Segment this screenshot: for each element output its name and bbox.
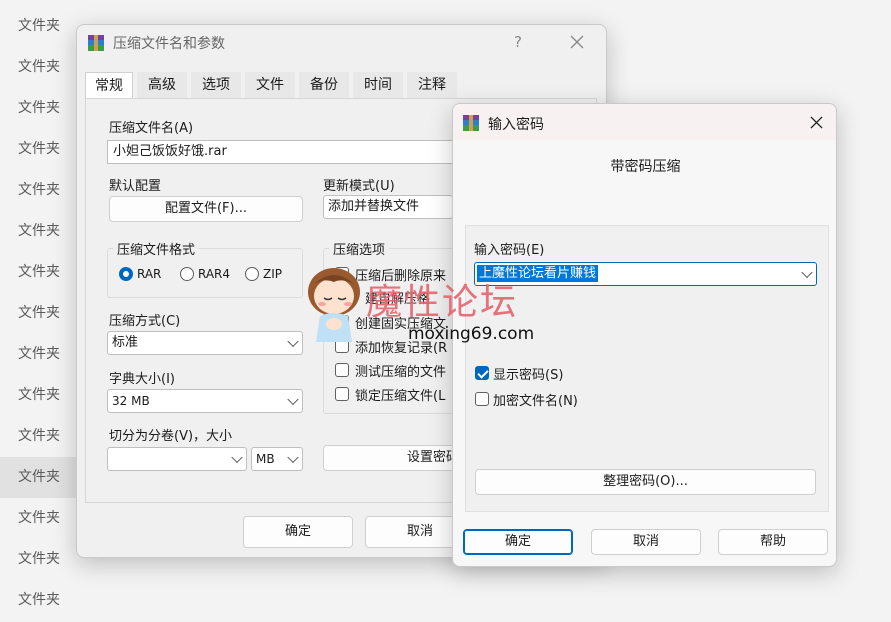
password-input[interactable]: 上魔性论坛看片赚钱: [474, 262, 817, 286]
password-dialog-title: 输入密码: [488, 117, 544, 133]
option-lock-label: 锁定压缩文件(L: [355, 389, 446, 404]
archive-name-label: 压缩文件名(A): [109, 121, 194, 136]
background-list-item[interactable]: 文件夹: [0, 47, 80, 88]
tab-general[interactable]: 常规: [85, 72, 133, 99]
format-rar-radio[interactable]: [119, 267, 133, 281]
tab-bar: 常规 高级 选项 文件 备份 时间 注释: [85, 72, 605, 99]
option-test-label: 测试压缩的文件: [355, 365, 447, 380]
background-list-item[interactable]: 文件夹: [0, 88, 80, 129]
method-select[interactable]: 标准: [107, 331, 303, 355]
chevron-down-icon: [287, 451, 299, 464]
password-ok-button[interactable]: 确定: [463, 529, 573, 555]
format-zip-radio[interactable]: [245, 267, 259, 281]
background-list-item[interactable]: 文件夹: [0, 170, 80, 211]
organize-passwords-button[interactable]: 整理密码(O)...: [475, 469, 816, 495]
update-mode-select[interactable]: 添加并替换文件: [323, 195, 453, 219]
background-list-item[interactable]: 文件夹: [0, 129, 80, 170]
background-file-list: 文件夹 文件夹 文件夹 文件夹 文件夹 文件夹 文件夹 文件夹 文件夹 文件夹 文件夹 文件夹 文件夹文…: [0, 6, 80, 621]
background-list-item[interactable]: 文件夹: [0, 457, 80, 498]
winrar-icon: [88, 35, 104, 51]
background-list-item[interactable]: 文件夹: [0, 252, 80, 293]
encrypt-names-label: 加密文件名(N): [493, 394, 578, 409]
chevron-down-icon: [287, 335, 299, 348]
tab-backup[interactable]: 备份: [299, 72, 349, 98]
background-list-item[interactable]: 文件夹: [0, 498, 80, 539]
method-label: 压缩方式(C): [109, 314, 181, 329]
dialog-title: 压缩文件名和参数: [113, 36, 225, 52]
chevron-down-icon: [231, 451, 243, 464]
background-list-item[interactable]: 文件夹: [0, 375, 80, 416]
split-unit-select[interactable]: MB: [251, 447, 303, 471]
password-cancel-button[interactable]: 取消: [591, 529, 701, 555]
background-list-item[interactable]: 文件夹: [0, 334, 80, 375]
close-icon[interactable]: [570, 35, 584, 49]
password-label: 输入密码(E): [474, 243, 545, 258]
profile-button[interactable]: 配置文件(F)...: [109, 196, 303, 222]
show-password-check[interactable]: [475, 366, 489, 380]
encrypt-names-check[interactable]: [475, 392, 489, 406]
method-value: 标准: [112, 335, 139, 350]
watermark-title: 魔性论坛: [366, 282, 519, 323]
format-zip-label: ZIP: [263, 267, 282, 281]
archive-name-input[interactable]: 小妲己饭饭好饿.rar: [107, 140, 457, 164]
background-list-item[interactable]: 文件夹: [0, 6, 80, 47]
option-lock-check[interactable]: [335, 387, 349, 401]
show-password-label: 显示密码(S): [493, 368, 564, 383]
password-help-button[interactable]: 帮助: [718, 529, 828, 555]
default-profile-label: 默认配置: [109, 179, 162, 194]
chevron-down-icon: [801, 266, 813, 279]
format-rar4-radio[interactable]: [180, 267, 194, 281]
background-list-item[interactable]: 文件夹: [0, 539, 80, 580]
ok-button[interactable]: 确定: [243, 516, 353, 548]
format-rar4-label: RAR4: [198, 267, 231, 281]
tab-comment[interactable]: 注释: [407, 72, 457, 98]
watermark-url: moxing69.com: [408, 324, 535, 344]
tab-advanced[interactable]: 高级: [137, 72, 187, 98]
tab-options[interactable]: 选项: [191, 72, 241, 98]
close-icon[interactable]: [810, 116, 823, 129]
chevron-down-icon: [287, 393, 299, 406]
background-list-item[interactable]: 文件夹: [0, 416, 80, 457]
tab-files[interactable]: 文件: [245, 72, 295, 98]
update-mode-value: 添加并替换文件: [328, 199, 420, 214]
password-heading: 带密码压缩: [610, 159, 681, 175]
dict-label: 字典大小(I): [109, 372, 175, 387]
background-list-item[interactable]: 文件夹: [0, 580, 80, 621]
format-rar-label: RAR: [137, 267, 162, 281]
winrar-icon: [463, 115, 479, 131]
split-label: 切分为分卷(V)，大小: [109, 429, 233, 444]
format-group-title: 压缩文件格式: [113, 239, 200, 258]
split-unit-value: MB: [256, 452, 275, 466]
update-mode-label: 更新模式(U): [323, 179, 395, 194]
background-list-item[interactable]: 文件夹: [0, 211, 80, 252]
split-size-input[interactable]: [107, 447, 247, 471]
help-icon[interactable]: ?: [514, 33, 522, 51]
option-test-check[interactable]: [335, 363, 349, 377]
dict-value: 32 MB: [112, 394, 150, 408]
background-list-item[interactable]: 文件夹: [0, 293, 80, 334]
options-group-title: 压缩选项: [329, 239, 390, 258]
tab-time[interactable]: 时间: [353, 72, 403, 98]
dict-select[interactable]: 32 MB: [107, 389, 303, 413]
mascot-girl-icon: [308, 268, 360, 342]
